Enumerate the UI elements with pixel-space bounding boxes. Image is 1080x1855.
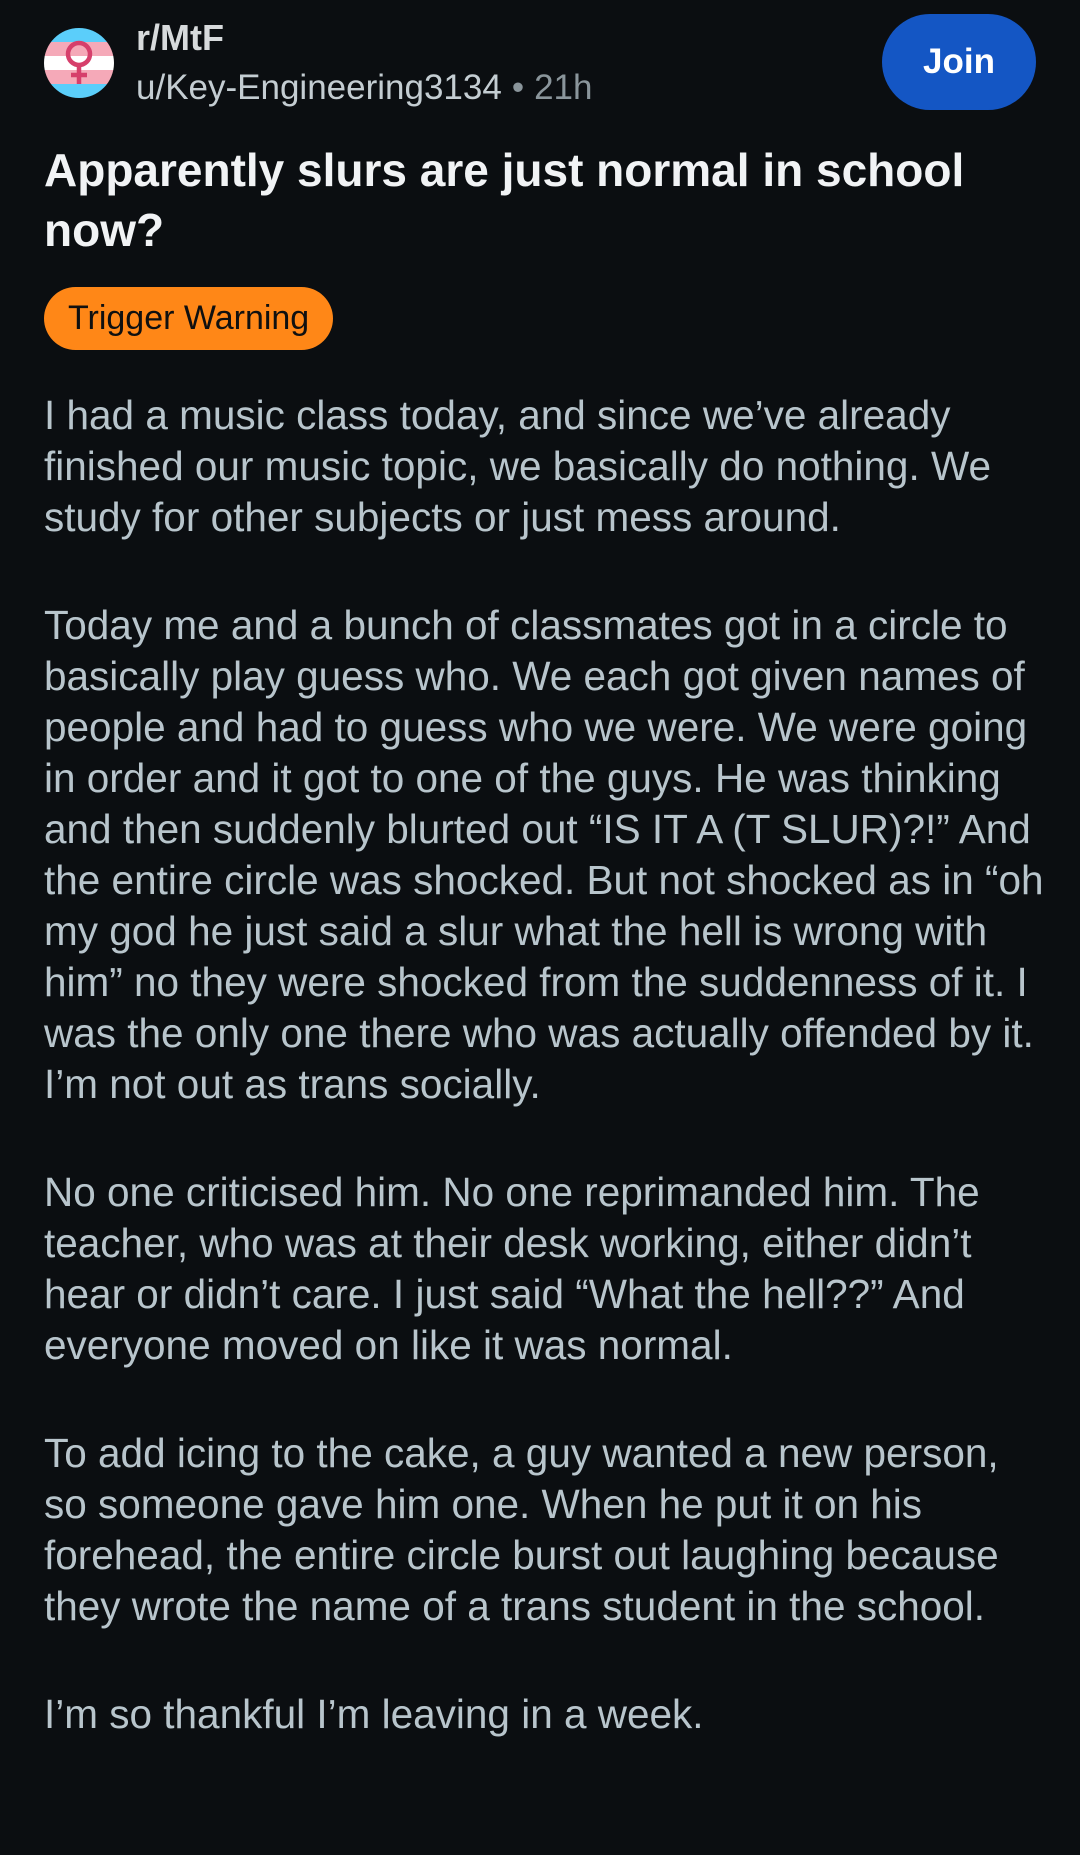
body-paragraph: I’m so thankful I’m leaving in a week. — [44, 1691, 704, 1737]
post-body: I had a music class today, and since we’… — [44, 390, 1044, 1797]
post-meta: u/Key-Engineering3134 • 21h — [136, 66, 593, 110]
subreddit-name[interactable]: r/MtF — [136, 16, 224, 60]
body-paragraph: No one criticised him. No one reprimande… — [44, 1169, 980, 1368]
subreddit-avatar-icon[interactable] — [44, 28, 114, 98]
join-button[interactable]: Join — [882, 14, 1036, 110]
post-title: Apparently slurs are just normal in scho… — [44, 144, 965, 256]
post-age: 21h — [534, 68, 593, 107]
flair-badge[interactable]: Trigger Warning — [44, 287, 334, 350]
body-paragraph: I had a music class today, and since we’… — [44, 392, 991, 540]
body-paragraph: Today me and a bunch of classmates got i… — [44, 602, 1044, 1107]
author-name[interactable]: u/Key-Engineering3134 — [136, 68, 502, 107]
body-paragraph: To add icing to the cake, a guy wanted a… — [44, 1430, 999, 1629]
post-header: r/MtF u/Key-Engineering3134 • 21h Join — [0, 0, 1080, 120]
meta-separator: • — [511, 68, 525, 107]
